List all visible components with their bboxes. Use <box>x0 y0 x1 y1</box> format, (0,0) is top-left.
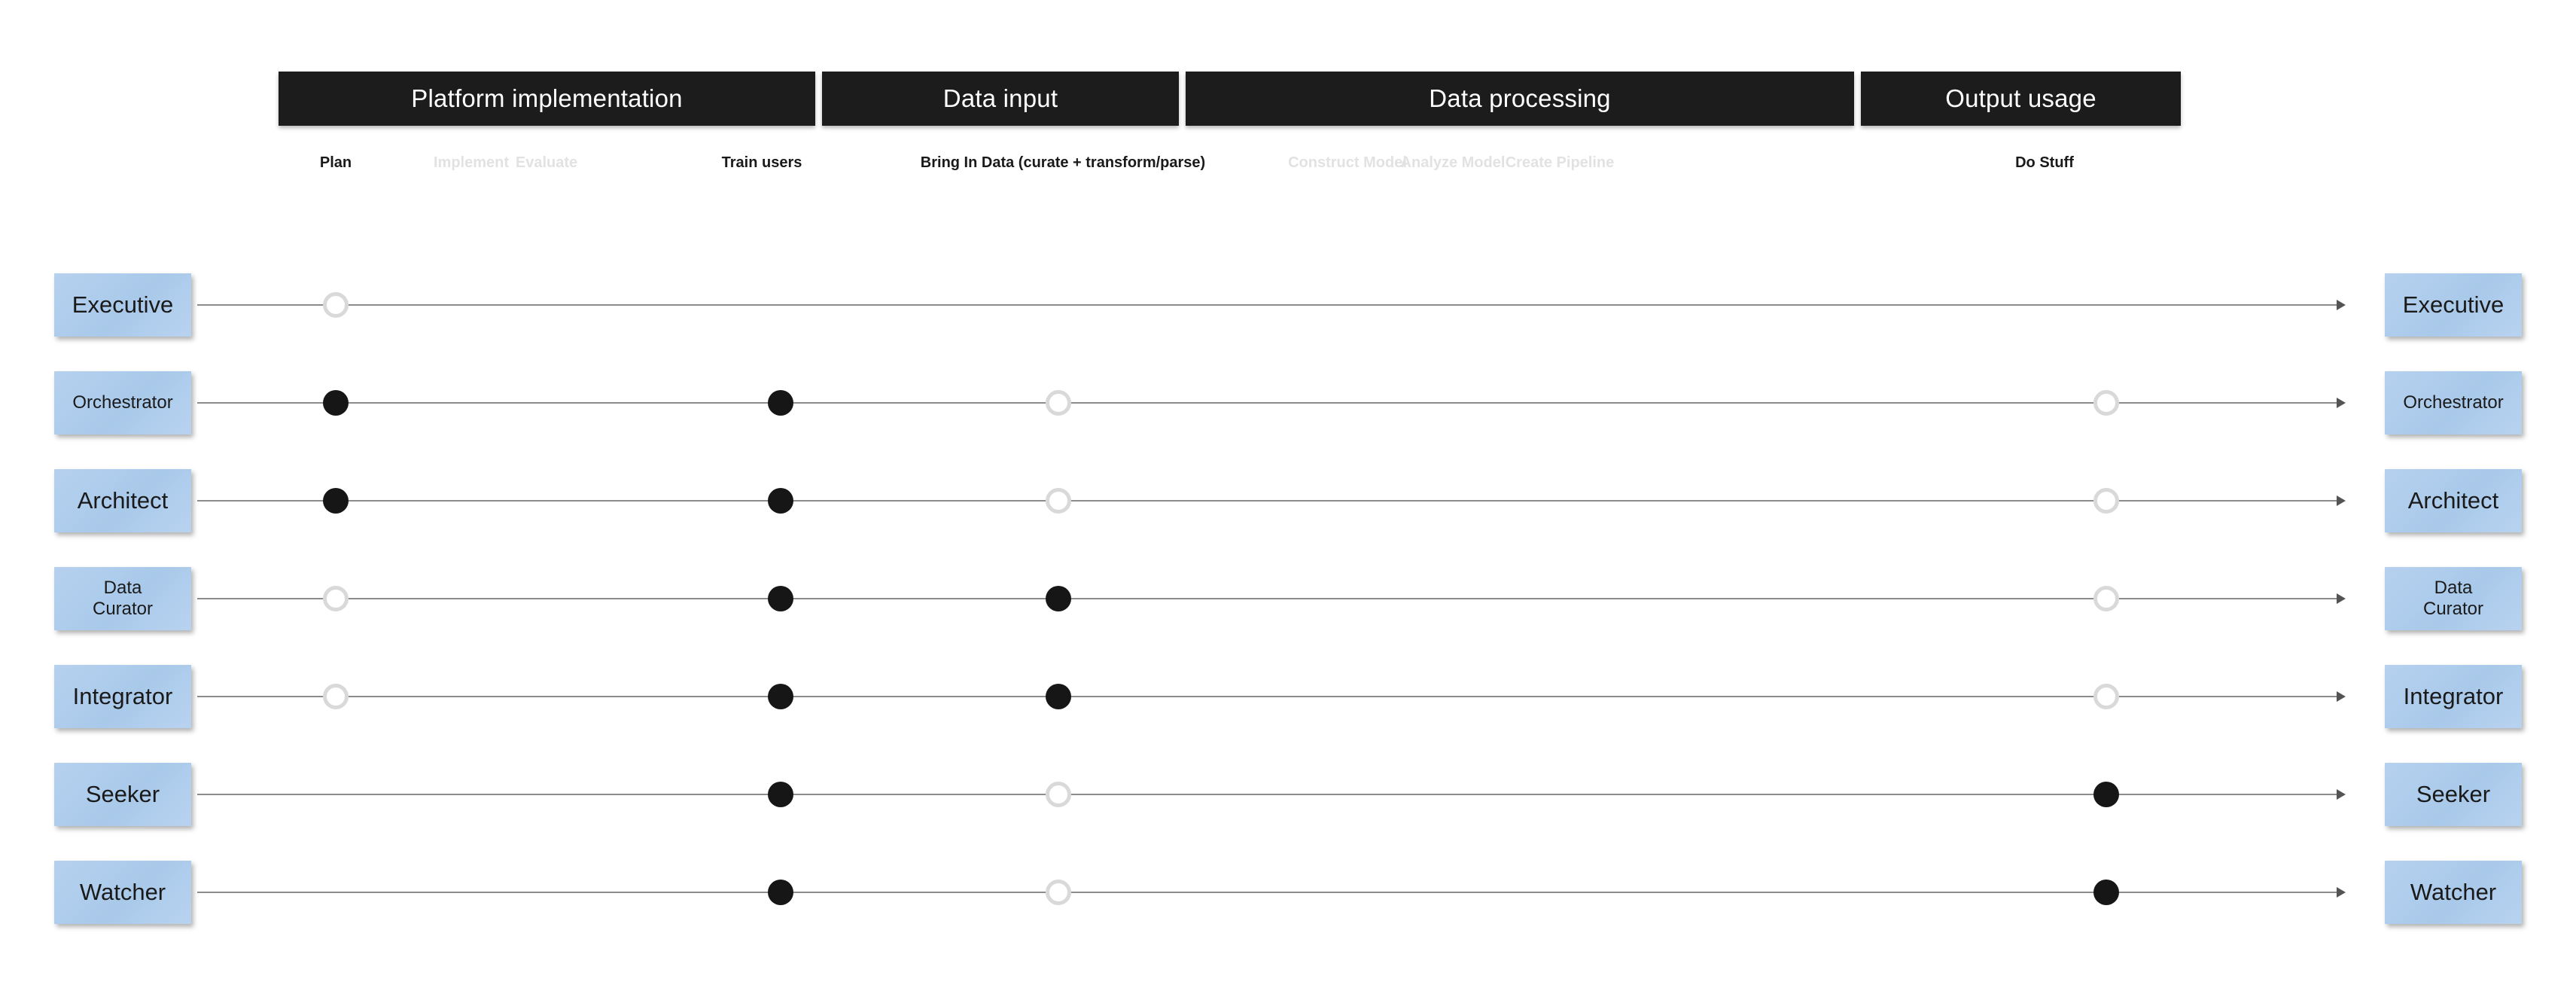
lane-arrowhead-icon <box>2337 398 2346 408</box>
marker-filled[interactable] <box>768 782 793 807</box>
role-chip-right[interactable]: Data Curator <box>2385 567 2522 630</box>
activity-label-8[interactable]: Create Pipeline <box>1506 153 1615 172</box>
swimlane-container: Executive Executive Orchestrator Orchestrat… <box>0 256 2576 941</box>
role-chip-left[interactable]: Architect <box>54 469 191 532</box>
marker-hollow[interactable] <box>323 684 349 709</box>
marker-filled[interactable] <box>1046 586 1071 611</box>
swimlane-row: Seeker Seeker <box>0 745 2576 843</box>
lane-arrowhead-icon <box>2337 300 2346 310</box>
marker-filled[interactable] <box>2093 782 2119 807</box>
activity-label-6[interactable]: Construct Model <box>1288 153 1407 172</box>
phase-header-2[interactable]: Data input <box>822 72 1179 126</box>
role-chip-right[interactable]: Watcher <box>2385 861 2522 924</box>
role-chip-label: Seeker <box>2416 781 2491 807</box>
phase-header-label: Platform implementation <box>411 84 683 112</box>
role-chip-label: Data Curator <box>92 578 154 619</box>
marker-filled[interactable] <box>1046 684 1071 709</box>
activity-label-3[interactable]: Evaluate <box>516 153 577 172</box>
lane-connector-line <box>197 794 2340 795</box>
lane-connector-line <box>197 598 2340 599</box>
phase-header-3[interactable]: Data processing <box>1186 72 1854 126</box>
activity-label-5[interactable]: Bring In Data (curate + transform/parse) <box>921 153 1205 172</box>
swimlane-row: Executive Executive <box>0 256 2576 354</box>
marker-filled[interactable] <box>323 488 349 514</box>
role-chip-right[interactable]: Integrator <box>2385 665 2522 728</box>
role-chip-label: Executive <box>72 291 174 318</box>
marker-filled[interactable] <box>768 488 793 514</box>
role-chip-label: Orchestrator <box>2403 392 2504 413</box>
phase-header-label: Data input <box>942 84 1058 112</box>
lane-connector-line <box>197 304 2340 306</box>
marker-hollow[interactable] <box>2093 488 2119 514</box>
marker-hollow[interactable] <box>323 586 349 611</box>
role-chip-right[interactable]: Seeker <box>2385 763 2522 826</box>
role-chip-left[interactable]: Seeker <box>54 763 191 826</box>
role-chip-left[interactable]: Executive <box>54 273 191 337</box>
swimlane-row: Architect Architect <box>0 452 2576 550</box>
role-chip-right[interactable]: Orchestrator <box>2385 371 2522 434</box>
phase-header-label: Output usage <box>1945 84 2096 112</box>
swimlane-row: Integrator Integrator <box>0 648 2576 745</box>
lane-connector-line <box>197 500 2340 502</box>
lane-connector-line <box>197 892 2340 893</box>
role-chip-label: Architect <box>77 487 169 514</box>
swimlane-diagram: Platform implementation Data input Data pr… <box>0 0 2576 997</box>
marker-filled[interactable] <box>768 390 793 416</box>
lane-connector-line <box>197 402 2340 404</box>
role-chip-label: Architect <box>2407 487 2499 514</box>
lane-arrowhead-icon <box>2337 789 2346 800</box>
phase-header-4[interactable]: Output usage <box>1861 72 2181 126</box>
marker-hollow[interactable] <box>2093 390 2119 416</box>
role-chip-label: Executive <box>2402 291 2504 318</box>
marker-filled[interactable] <box>768 684 793 709</box>
marker-hollow[interactable] <box>2093 684 2119 709</box>
marker-hollow[interactable] <box>323 292 349 318</box>
role-chip-left[interactable]: Watcher <box>54 861 191 924</box>
role-chip-label: Orchestrator <box>72 392 173 413</box>
role-chip-left[interactable]: Data Curator <box>54 567 191 630</box>
role-chip-label: Watcher <box>79 879 166 905</box>
activity-label-2[interactable]: Implement <box>434 153 509 172</box>
role-chip-label: Integrator <box>72 683 173 709</box>
activity-label-4[interactable]: Train users <box>722 153 802 172</box>
role-chip-left[interactable]: Integrator <box>54 665 191 728</box>
lane-arrowhead-icon <box>2337 887 2346 898</box>
activity-label-9[interactable]: Do Stuff <box>2015 153 2074 172</box>
lane-connector-line <box>197 696 2340 697</box>
marker-filled[interactable] <box>768 880 793 905</box>
activity-label-row: Plan Implement Evaluate Train users Bring In… <box>279 153 2261 178</box>
role-chip-label: Integrator <box>2403 683 2504 709</box>
role-chip-right[interactable]: Architect <box>2385 469 2522 532</box>
swimlane-row: Data Curator Data Curator <box>0 550 2576 648</box>
phase-header-band: Platform implementation Data input Data pr… <box>279 72 2261 126</box>
lane-arrowhead-icon <box>2337 593 2346 604</box>
role-chip-right[interactable]: Executive <box>2385 273 2522 337</box>
marker-filled[interactable] <box>2093 880 2119 905</box>
phase-header-1[interactable]: Platform implementation <box>279 72 815 126</box>
phase-header-label: Data processing <box>1429 84 1611 112</box>
lane-arrowhead-icon <box>2337 691 2346 702</box>
role-chip-left[interactable]: Orchestrator <box>54 371 191 434</box>
role-chip-label: Data Curator <box>2422 578 2484 619</box>
marker-hollow[interactable] <box>1046 390 1071 416</box>
swimlane-row: Watcher Watcher <box>0 843 2576 941</box>
marker-hollow[interactable] <box>1046 488 1071 514</box>
activity-label-1[interactable]: Plan <box>320 153 352 172</box>
marker-hollow[interactable] <box>1046 782 1071 807</box>
swimlane-row: Orchestrator Orchestrator <box>0 354 2576 452</box>
marker-hollow[interactable] <box>1046 880 1071 905</box>
role-chip-label: Watcher <box>2410 879 2497 905</box>
marker-filled[interactable] <box>768 586 793 611</box>
role-chip-label: Seeker <box>85 781 160 807</box>
marker-hollow[interactable] <box>2093 586 2119 611</box>
activity-label-7[interactable]: Analyze Model <box>1401 153 1506 172</box>
marker-filled[interactable] <box>323 390 349 416</box>
lane-arrowhead-icon <box>2337 495 2346 506</box>
